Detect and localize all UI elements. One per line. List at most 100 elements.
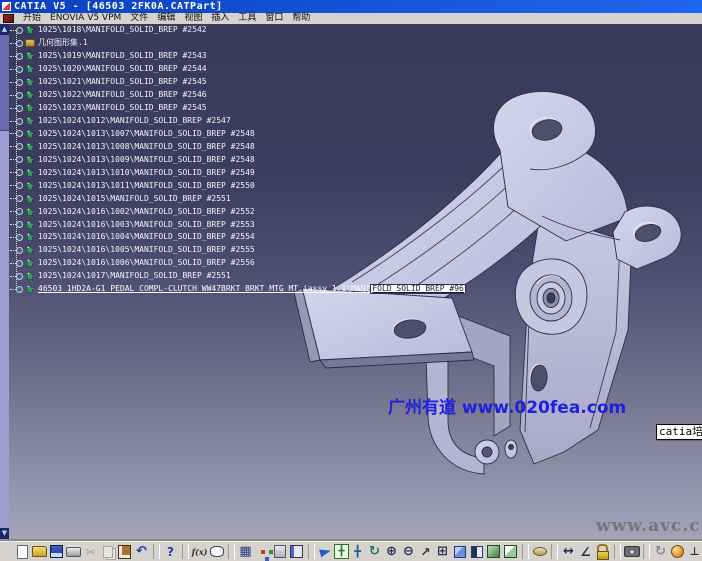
menu-item[interactable]: 工具 [238, 13, 256, 24]
tree-node-icon[interactable] [16, 156, 23, 163]
tree-node-icon[interactable] [16, 273, 23, 280]
tree-item-label[interactable]: 1025\1019\MANIFOLD_SOLID_BREP #2543 [38, 52, 207, 60]
print-button[interactable] [65, 543, 82, 560]
tree-item[interactable]: 1025\1019\MANIFOLD_SOLID_BREP #2543 [10, 50, 466, 63]
tree-item-label[interactable]: 几何图形集.1 [38, 39, 88, 47]
open-button[interactable] [31, 543, 48, 560]
copy-button[interactable] [99, 543, 116, 560]
tree-node-icon[interactable] [16, 247, 23, 254]
tree-item-label[interactable]: 1025\1018\MANIFOLD_SOLID_BREP #2542 [38, 26, 207, 34]
tree-item-label[interactable]: 1025\1024\1016\1004\MANIFOLD_SOLID_BREP … [38, 233, 255, 241]
tree-item-label[interactable]: 1025\1024\1013\1007\MANIFOLD_SOLID_BREP … [38, 130, 255, 138]
help-button[interactable]: ? [162, 543, 179, 560]
tree-item-label[interactable]: 1025\1024\1013\1009\MANIFOLD_SOLID_BREP … [38, 156, 255, 164]
tree-item[interactable]: 46503 1HD2A-G1 PEDAL COMPL-CLUTCH WW47BR… [10, 283, 466, 296]
tree-node-icon[interactable] [16, 130, 23, 137]
hide-show-button[interactable] [468, 543, 485, 560]
catalog-button[interactable] [288, 543, 305, 560]
fly-mode-button[interactable] [317, 543, 334, 560]
tree-item[interactable]: 1025\1018\MANIFOLD_SOLID_BREP #2542 [10, 24, 466, 37]
tree-item[interactable]: 1025\1024\1016\1002\MANIFOLD_SOLID_BREP … [10, 205, 466, 218]
tree-item-label[interactable]: 1025\1020\MANIFOLD_SOLID_BREP #2544 [38, 65, 207, 73]
save-button[interactable] [48, 543, 65, 560]
lock-button[interactable] [594, 543, 611, 560]
menu-item[interactable]: 编辑 [157, 13, 175, 24]
menu-item[interactable]: 视图 [184, 13, 202, 24]
tree-item[interactable]: 1025\1024\1016\1005\MANIFOLD_SOLID_BREP … [10, 244, 466, 257]
tree-item[interactable]: 1025\1023\MANIFOLD_SOLID_BREP #2545 [10, 102, 466, 115]
tree-item[interactable]: 1025\1024\1016\1006\MANIFOLD_SOLID_BREP … [10, 257, 466, 270]
turntable-button[interactable] [531, 543, 548, 560]
tree-item[interactable]: 1025\1024\1013\1007\MANIFOLD_SOLID_BREP … [10, 128, 466, 141]
tree-item-label[interactable]: 1025\1024\1016\1002\MANIFOLD_SOLID_BREP … [38, 208, 255, 216]
tree-node-icon[interactable] [16, 79, 23, 86]
tree-node-icon[interactable] [16, 234, 23, 241]
tree-item-label[interactable]: 1025\1021\MANIFOLD_SOLID_BREP #2545 [38, 78, 207, 86]
tree-item-label[interactable]: 1025\1024\1015\MANIFOLD_SOLID_BREP #2551 [38, 195, 231, 203]
tree-item[interactable]: 1025\1021\MANIFOLD_SOLID_BREP #2545 [10, 76, 466, 89]
menu-item[interactable]: 文件 [130, 13, 148, 24]
tree-node-icon[interactable] [16, 260, 23, 267]
scroll-up-icon[interactable]: ▲ [0, 24, 9, 35]
menu-item[interactable]: 窗口 [265, 13, 283, 24]
tree-item-label[interactable]: 1025\1024\1016\1003\MANIFOLD_SOLID_BREP … [38, 221, 255, 229]
tree-node-icon[interactable] [16, 40, 23, 47]
tree-item-label[interactable]: 1025\1022\MANIFOLD_SOLID_BREP #2546 [38, 91, 207, 99]
tree-item-label[interactable]: 1025\1024\1013\1008\MANIFOLD_SOLID_BREP … [38, 143, 255, 151]
tree-item-label[interactable]: 46503 1HD2A-G1 PEDAL COMPL-CLUTCH WW47BR… [38, 285, 370, 293]
menu-item[interactable]: 插入 [211, 13, 229, 24]
tree-item[interactable]: 1025\1024\1012\MANIFOLD_SOLID_BREP #2547 [10, 115, 466, 128]
render-style-button[interactable] [502, 543, 519, 560]
tree-node-icon[interactable] [16, 27, 23, 34]
tree-item[interactable]: 1025\1024\1013\1010\MANIFOLD_SOLID_BREP … [10, 166, 466, 179]
measure-between-button[interactable]: ↔ [560, 543, 577, 560]
tree-item[interactable]: 几何图形集.1 [10, 37, 466, 50]
paste-button[interactable] [116, 543, 133, 560]
tree-node-icon[interactable] [16, 221, 23, 228]
rotate-button[interactable]: ↻ [366, 543, 383, 560]
menu-item[interactable]: 帮助 [292, 13, 310, 24]
zoom-in-button[interactable]: ⊕ [383, 543, 400, 560]
tree-item[interactable]: 1025\1022\MANIFOLD_SOLID_BREP #2546 [10, 89, 466, 102]
tree-item[interactable]: 1025\1024\1013\1008\MANIFOLD_SOLID_BREP … [10, 140, 466, 153]
tree-node-icon[interactable] [16, 195, 23, 202]
tree-node-icon[interactable] [16, 143, 23, 150]
fit-all-in-button[interactable]: ╋ [334, 544, 349, 559]
tree-item[interactable]: 1025\1024\1015\MANIFOLD_SOLID_BREP #2551 [10, 192, 466, 205]
comment-button[interactable] [208, 543, 225, 560]
undo-button[interactable]: ↶ [133, 543, 150, 560]
tree-item[interactable]: 1025\1024\1017\MANIFOLD_SOLID_BREP #2551 [10, 270, 466, 283]
3d-viewport[interactable]: 1025\1018\MANIFOLD_SOLID_BREP #2542 几何图形集… [0, 24, 702, 541]
zoom-out-button[interactable]: ⊖ [400, 543, 417, 560]
new-document-button[interactable] [14, 543, 31, 560]
menu-item[interactable]: 开始 [23, 13, 41, 24]
tree-item[interactable]: 1025\1024\1016\1004\MANIFOLD_SOLID_BREP … [10, 231, 466, 244]
selected-label-box[interactable]: FOLD_SOLID_BREP #96 [370, 284, 466, 294]
multi-view-button[interactable]: ⊞ [434, 543, 451, 560]
tree-item-label[interactable]: 1025\1024\1013\1011\MANIFOLD_SOLID_BREP … [38, 182, 255, 190]
tree-item[interactable]: 1025\1024\1016\1003\MANIFOLD_SOLID_BREP … [10, 218, 466, 231]
tree-scrollbar[interactable]: ▲ ▼ [0, 24, 9, 541]
axis-system-button[interactable]: ⊥ [686, 543, 702, 560]
pan-button[interactable]: ╋ [349, 543, 366, 560]
tree-item-label[interactable]: 1025\1023\MANIFOLD_SOLID_BREP #2545 [38, 104, 207, 112]
normal-view-button[interactable]: ↗ [417, 543, 434, 560]
tree-node-icon[interactable] [16, 169, 23, 176]
refresh-button[interactable]: ↻ [652, 543, 669, 560]
menu-item[interactable]: ENOVIA V5 VPM [50, 13, 121, 24]
cut-button[interactable]: ✂ [82, 543, 99, 560]
measure-item-button[interactable]: ∠ [577, 543, 594, 560]
tree-node-icon[interactable] [16, 53, 23, 60]
scroll-down-icon[interactable]: ▼ [0, 528, 9, 539]
tree-node-icon[interactable] [16, 182, 23, 189]
tree-node-icon[interactable] [16, 105, 23, 112]
highlight-button[interactable] [669, 543, 686, 560]
specification-tree[interactable]: 1025\1018\MANIFOLD_SOLID_BREP #2542 几何图形集… [10, 24, 466, 296]
tree-node-icon[interactable] [16, 66, 23, 73]
shading-button[interactable] [485, 543, 502, 560]
tree-item-label[interactable]: 1025\1024\1013\1010\MANIFOLD_SOLID_BREP … [38, 169, 255, 177]
tree-node-icon[interactable] [16, 92, 23, 99]
design-table-button[interactable]: ▦ [237, 543, 254, 560]
tree-item[interactable]: 1025\1024\1013\1009\MANIFOLD_SOLID_BREP … [10, 153, 466, 166]
tree-item-label[interactable]: 1025\1024\1012\MANIFOLD_SOLID_BREP #2547 [38, 117, 231, 125]
